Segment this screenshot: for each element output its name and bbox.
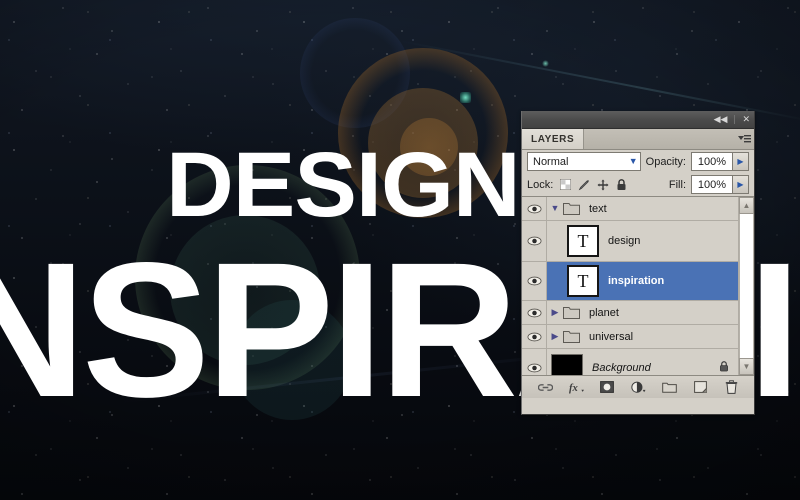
- visibility-toggle-text[interactable]: [522, 197, 547, 220]
- fill-input[interactable]: 100%: [691, 175, 733, 194]
- headline-design: DESIGN: [166, 134, 521, 236]
- layer-row-planet[interactable]: ▶ planet: [522, 301, 738, 325]
- visibility-toggle-universal[interactable]: [522, 325, 547, 348]
- thumbnail-inspiration: T: [563, 265, 599, 297]
- layer-list-scrollbar[interactable]: ▲ ▼: [738, 197, 754, 375]
- thumbnail-universal: [563, 330, 580, 343]
- layer-name-background: Background: [592, 362, 651, 374]
- thumbnail-text: [563, 202, 580, 215]
- layer-name-universal: universal: [589, 330, 634, 343]
- visibility-toggle-planet[interactable]: [522, 301, 547, 324]
- eye-icon: [527, 308, 541, 317]
- thumbnail-design: T: [563, 225, 599, 257]
- type-thumbnail: T: [567, 225, 599, 257]
- eye-icon: [527, 236, 541, 246]
- new-adjustment-layer-icon[interactable]: [630, 380, 646, 394]
- blend-mode-value: Normal: [533, 155, 569, 168]
- type-thumbnail: T: [567, 265, 599, 297]
- scroll-track[interactable]: [739, 214, 754, 358]
- layer-row-text[interactable]: ▼ text: [522, 197, 738, 221]
- layer-name-inspiration: inspiration: [608, 275, 665, 287]
- disclosure-planet[interactable]: ▶: [547, 308, 563, 317]
- scroll-down-button[interactable]: ▼: [739, 358, 754, 375]
- lock-label: Lock:: [527, 178, 554, 191]
- tab-layers-label: LAYERS: [531, 133, 575, 145]
- opacity-input[interactable]: 100%: [691, 152, 733, 171]
- lock-image-icon[interactable]: [578, 179, 590, 191]
- chevron-down-icon: ▼: [550, 203, 560, 213]
- layers-bottom-bar: fx: [522, 376, 754, 398]
- lock-all-icon[interactable]: [616, 178, 627, 191]
- opacity-stepper[interactable]: ▶: [733, 152, 749, 171]
- titlebar-divider: [734, 115, 736, 124]
- layer-style-fx-icon[interactable]: fx: [569, 380, 584, 394]
- delete-layer-icon[interactable]: [724, 380, 739, 394]
- tab-layers[interactable]: LAYERS: [522, 129, 585, 149]
- folder-icon: [563, 331, 580, 343]
- chevron-down-icon: ▼: [628, 156, 638, 166]
- fill-control: 100% ▶: [691, 175, 749, 194]
- eye-icon: [527, 332, 541, 341]
- visibility-toggle-inspiration[interactable]: [522, 262, 547, 300]
- layers-panel: ◀◀ ✕ LAYERS Normal ▼ Opacity: 100% ▶ Loc…: [521, 111, 755, 415]
- eye-icon: [527, 204, 541, 213]
- layer-row-design[interactable]: T design: [522, 221, 738, 262]
- panel-menu-icon[interactable]: [734, 129, 754, 149]
- panel-titlebar: ◀◀ ✕: [522, 111, 754, 129]
- svg-text:fx: fx: [569, 383, 579, 394]
- canvas-stage: DESIGN INSPIRATION ◀◀ ✕ LAYERS: [0, 0, 800, 500]
- raster-thumbnail: [551, 354, 583, 375]
- layer-locked-icon: [719, 361, 738, 375]
- collapse-double-arrow-icon[interactable]: ◀◀: [714, 115, 728, 124]
- link-layers-icon[interactable]: [537, 380, 553, 394]
- visibility-toggle-design[interactable]: [522, 221, 547, 261]
- layer-name-text: text: [589, 202, 607, 215]
- layer-name-design: design: [608, 235, 641, 247]
- blend-mode-row: Normal ▼ Opacity: 100% ▶: [522, 150, 754, 173]
- new-group-icon[interactable]: [661, 380, 677, 394]
- layer-name-planet: planet: [589, 306, 619, 319]
- chevron-right-icon: ▶: [551, 331, 559, 341]
- fill-label: Fill:: [668, 178, 686, 191]
- blend-mode-select[interactable]: Normal ▼: [527, 152, 641, 171]
- tab-row-filler: [584, 129, 734, 149]
- layer-row-universal[interactable]: ▶ universal: [522, 325, 738, 349]
- opacity-control: 100% ▶: [691, 152, 749, 171]
- lock-row: Lock: Fill: 100% ▶: [522, 173, 754, 196]
- panel-tab-row: LAYERS: [522, 129, 754, 150]
- thumbnail-background: [547, 354, 583, 375]
- lock-position-icon[interactable]: [597, 179, 609, 191]
- close-icon[interactable]: ✕: [742, 115, 750, 124]
- new-layer-icon[interactable]: [693, 380, 708, 394]
- disclosure-universal[interactable]: ▶: [547, 332, 563, 341]
- scroll-up-button[interactable]: ▲: [739, 197, 754, 214]
- fill-stepper[interactable]: ▶: [733, 175, 749, 194]
- layer-list: ▼ text T design T inspiration ▶ planet ▶…: [522, 197, 738, 375]
- panel-resize-grip[interactable]: [744, 404, 752, 412]
- lock-buttons: [560, 178, 627, 191]
- chevron-right-icon: ▶: [551, 307, 559, 317]
- add-layer-mask-icon[interactable]: [600, 380, 615, 394]
- opacity-label: Opacity:: [645, 155, 686, 168]
- thumbnail-planet: [563, 306, 580, 319]
- disclosure-text[interactable]: ▼: [547, 204, 563, 213]
- layer-list-area: ▼ text T design T inspiration ▶ planet ▶…: [522, 196, 754, 376]
- layer-row-background[interactable]: Background: [522, 349, 738, 375]
- eye-icon: [527, 276, 541, 286]
- layer-row-inspiration[interactable]: T inspiration: [522, 262, 738, 301]
- folder-icon: [563, 203, 580, 215]
- folder-icon: [563, 307, 580, 319]
- eye-icon: [527, 363, 541, 373]
- visibility-toggle-background[interactable]: [522, 349, 547, 375]
- lock-transparency-icon[interactable]: [560, 179, 572, 190]
